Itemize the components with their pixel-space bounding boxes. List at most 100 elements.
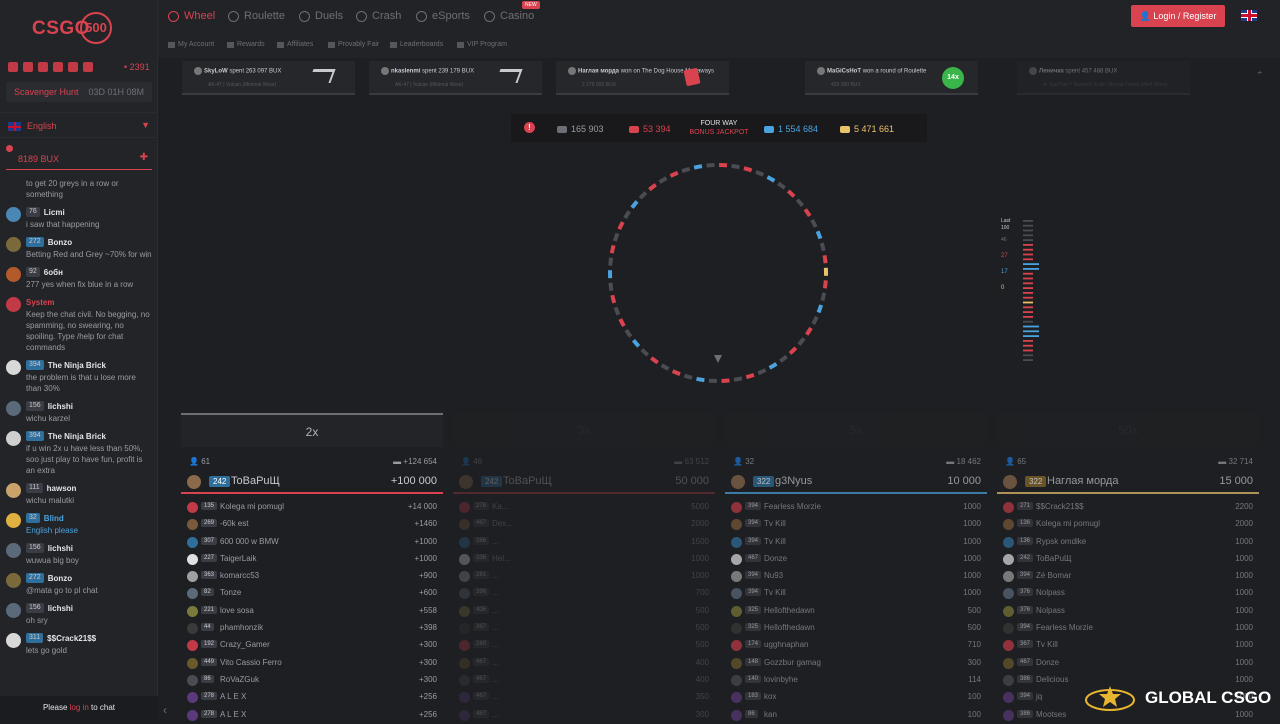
ticker-item[interactable]: Наглая морда won on The Dog House Megawa…	[556, 61, 729, 95]
ticker-item[interactable]: nkaslenmi spent 239 179 BUXAK-47 | Vulca…	[369, 61, 542, 95]
bettor-name[interactable]: TaigerLaik	[220, 554, 256, 563]
avatar[interactable]	[6, 483, 21, 498]
avatar[interactable]	[731, 640, 742, 651]
sub-leaderboards[interactable]: Leaderboards	[390, 41, 443, 48]
bettor-name[interactable]: Delicious	[1036, 675, 1068, 684]
avatar[interactable]	[731, 692, 742, 703]
chat-username[interactable]: Bonzo	[48, 238, 72, 247]
ticker-item[interactable]: Леничка spent 457 488 BUX★ StatTrak™ But…	[1017, 61, 1190, 95]
avatar[interactable]	[1003, 606, 1014, 617]
bettor-name[interactable]: Hellofthedawn	[764, 623, 815, 632]
bettor-name[interactable]: ...	[492, 675, 499, 684]
bettor-name[interactable]: Tv Kill	[764, 537, 786, 546]
avatar[interactable]	[187, 475, 201, 489]
bettor-name[interactable]: ...	[492, 606, 499, 615]
bettor-name[interactable]: Tv Kill	[1036, 640, 1058, 649]
bettor-name[interactable]: 600 000 w BMW	[220, 537, 279, 546]
bettor-name[interactable]: Ka...	[492, 502, 508, 511]
bettor-name[interactable]: Fearless Morzie	[1036, 623, 1093, 632]
twitter-icon[interactable]	[8, 62, 18, 72]
bettor-name[interactable]: ...	[492, 692, 499, 701]
chat-username[interactable]: lichshi	[48, 604, 73, 613]
avatar[interactable]	[187, 675, 198, 686]
nav-crash[interactable]: Crash	[356, 10, 401, 22]
avatar[interactable]	[731, 519, 742, 530]
facebook-icon[interactable]	[23, 62, 33, 72]
avatar[interactable]	[459, 571, 470, 582]
bettor-name[interactable]: Fearless Morzie	[764, 502, 821, 511]
avatar[interactable]	[731, 675, 742, 686]
bettor-name[interactable]: Hel...	[492, 554, 511, 563]
avatar[interactable]	[187, 658, 198, 669]
bettor-name[interactable]: Kolega mi pomugl	[1036, 519, 1100, 528]
chat-username[interactable]: lichshi	[48, 402, 73, 411]
bettor-name[interactable]: ToBaPuЩ	[1036, 554, 1072, 563]
ticker-item[interactable]: MaGiCsHoT won a round of Roulette429 000…	[805, 61, 978, 95]
top-bettor-name[interactable]: ToBaPuЩ	[503, 475, 552, 487]
avatar[interactable]	[1003, 588, 1014, 599]
sub-provably-fair[interactable]: Provably Fair	[328, 41, 379, 48]
avatar[interactable]	[6, 573, 21, 588]
sub-vip-program[interactable]: VIP Program	[457, 41, 507, 48]
nav-esports[interactable]: eSports	[416, 10, 470, 22]
avatar[interactable]	[1003, 692, 1014, 703]
bettor-name[interactable]: Donze	[1036, 658, 1059, 667]
avatar[interactable]	[459, 623, 470, 634]
bettor-name[interactable]: Vito Cassio Ferro	[220, 658, 282, 667]
bettor-name[interactable]: Rypsk omdike	[1036, 537, 1086, 546]
bettor-name[interactable]: ...	[492, 571, 499, 580]
avatar[interactable]	[6, 603, 21, 618]
avatar[interactable]	[187, 588, 198, 599]
chat-username[interactable]: $$Crack21$$	[47, 634, 96, 643]
chat-username[interactable]: Blind	[44, 514, 64, 523]
avatar[interactable]	[731, 554, 742, 565]
bettor-name[interactable]: Zé Bomar	[1036, 571, 1071, 580]
bettor-name[interactable]: ...	[492, 537, 499, 546]
language-select[interactable]: English ▼	[0, 112, 158, 138]
avatar[interactable]	[731, 502, 742, 513]
collapse-chat-icon[interactable]: ‹	[163, 703, 167, 717]
bettor-name[interactable]: kan	[764, 710, 777, 719]
bettor-name[interactable]: ugghnaphan	[764, 640, 809, 649]
avatar[interactable]	[187, 640, 198, 651]
bettor-name[interactable]: A L E X	[220, 710, 246, 719]
ticker-item[interactable]: SkyLoW spent 263 097 BUXAK-47 | Vulcan (…	[182, 61, 355, 95]
avatar[interactable]	[6, 207, 21, 222]
logo[interactable]: CSGO 500	[32, 12, 116, 44]
nav-duels[interactable]: Duels	[299, 10, 343, 22]
chat-username[interactable]: lichshi	[48, 544, 73, 553]
avatar[interactable]	[1003, 710, 1014, 721]
avatar[interactable]	[459, 658, 470, 669]
bettor-name[interactable]: $$Crack21$$	[1036, 502, 1084, 511]
avatar[interactable]	[6, 401, 21, 416]
sub-affiliates[interactable]: Affiliates	[277, 41, 313, 48]
avatar[interactable]	[187, 554, 198, 565]
bettor-name[interactable]: RoVaZGuk	[220, 675, 259, 684]
instagram-icon[interactable]	[83, 62, 93, 72]
bettor-name[interactable]: phamhonzik	[220, 623, 263, 632]
bettor-name[interactable]: ...	[492, 588, 499, 597]
bettor-name[interactable]: jq	[1036, 692, 1042, 701]
avatar[interactable]	[459, 537, 470, 548]
avatar[interactable]	[1003, 675, 1014, 686]
avatar[interactable]	[1003, 554, 1014, 565]
avatar[interactable]	[731, 606, 742, 617]
bettor-name[interactable]: Tv Kill	[764, 519, 786, 528]
bettor-name[interactable]: Nu93	[764, 571, 783, 580]
chat-username[interactable]: The Ninja Brick	[48, 432, 106, 441]
steam-icon[interactable]	[68, 62, 78, 72]
avatar[interactable]	[1003, 519, 1014, 530]
avatar[interactable]	[459, 606, 470, 617]
chat-username[interactable]: hawson	[47, 484, 77, 493]
avatar[interactable]	[6, 237, 21, 252]
bettor-name[interactable]: ...	[492, 658, 499, 667]
bettor-name[interactable]: kox	[764, 692, 776, 701]
avatar[interactable]	[187, 571, 198, 582]
avatar[interactable]	[459, 640, 470, 651]
chat-login-link[interactable]: log in	[70, 703, 89, 712]
avatar[interactable]	[731, 623, 742, 634]
bettor-name[interactable]: Dex...	[492, 519, 513, 528]
avatar[interactable]	[6, 633, 21, 648]
chat-username[interactable]: Licmi	[44, 208, 65, 217]
avatar[interactable]	[187, 519, 198, 530]
